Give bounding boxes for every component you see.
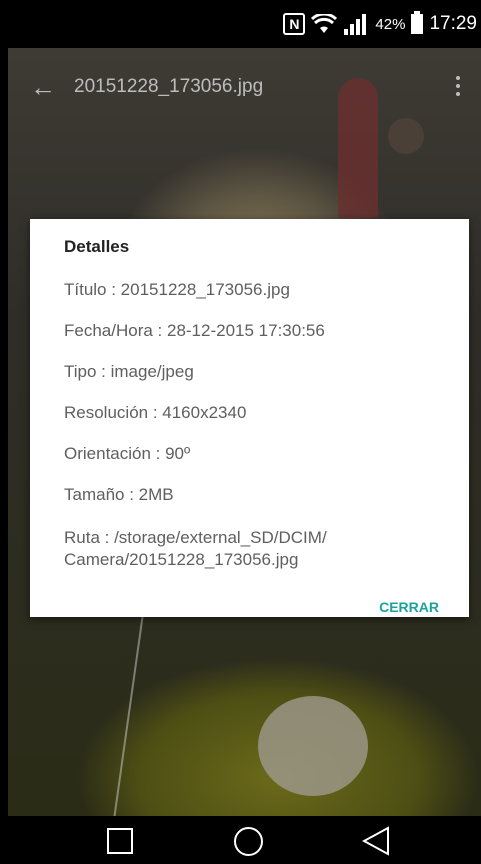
arrow-back-icon[interactable]: ← [30,74,56,100]
detail-path-line1: Ruta : /storage/external_SD/DCIM/ [64,528,327,547]
details-dialog: Detalles Título : 20151228_173056.jpg Fe… [30,219,469,617]
app-bar-title: 20151228_173056.jpg [74,76,264,97]
home-icon[interactable] [234,827,263,856]
back-icon[interactable] [361,826,390,861]
detail-datetime: Fecha/Hora : 28-12-2015 17:30:56 [64,321,325,340]
detail-resolution: Resolución : 4160x2340 [64,403,247,422]
detail-path-line2: Camera/20151228_173056.jpg [64,550,299,569]
dialog-title: Detalles [64,237,130,256]
navigation-bar [0,816,481,864]
photo-string [113,608,145,818]
close-button[interactable]: CERRAR [379,599,439,615]
detail-title: Título : 20151228_173056.jpg [64,280,290,299]
app-bar: ← 20151228_173056.jpg [30,68,470,108]
battery-percent: 42% [375,15,406,33]
status-icons: N 42% 17:29 [283,10,477,38]
detail-type: Tipo : image/jpeg [64,362,194,381]
overflow-menu-icon[interactable] [456,76,460,96]
recents-icon[interactable] [107,828,133,854]
nfc-icon: N [283,13,306,35]
wifi-icon [311,14,338,34]
signal-icon [343,13,369,35]
clock: 17:29 [429,13,477,34]
detail-size: Tamaño : 2MB [64,485,174,504]
battery-icon [411,11,424,34]
status-bar: N 42% 17:29 [0,0,481,48]
photo-badge [258,696,368,796]
detail-orientation: Orientación : 90º [64,444,191,463]
photo-person-head [388,118,424,154]
